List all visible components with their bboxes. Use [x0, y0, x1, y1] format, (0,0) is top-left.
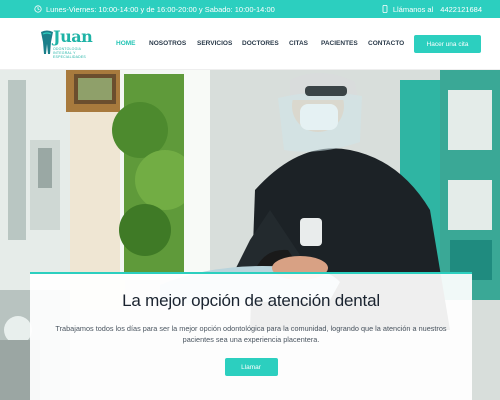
nav-doctores[interactable]: DOCTORES — [242, 40, 289, 47]
logo-wordmark: Juan — [53, 27, 93, 46]
nav-citas[interactable]: CITAS — [289, 40, 321, 47]
hero-title: La mejor opción de atención dental — [122, 291, 380, 310]
hours-text: Lunes-Viernes: 10:00-14:00 y de 16:00-20… — [46, 4, 275, 14]
nav-servicios[interactable]: SERVICIOS — [197, 40, 242, 47]
hero-description: Trabajamos todos los días para ser la me… — [55, 324, 447, 344]
nav-pacientes[interactable]: PACIENTES — [321, 40, 368, 47]
top-info-bar: Lunes-Viernes: 10:00-14:00 y de 16:00-20… — [0, 0, 500, 18]
nav-contacto[interactable]: CONTACTO — [368, 40, 408, 47]
tooth-logo-icon — [41, 30, 53, 54]
call-label: Llámanos al — [392, 4, 434, 14]
nav-home[interactable]: HOME — [116, 40, 149, 47]
hours-info: Lunes-Viernes: 10:00-14:00 y de 16:00-20… — [34, 5, 275, 14]
call-button[interactable]: Llamar — [224, 358, 278, 376]
clock-icon — [34, 5, 42, 13]
site-logo[interactable]: Juan ODONTOLOGIA INTEGRAL Y ESPECIALIDAD… — [40, 27, 94, 60]
phone-info[interactable]: Llámanos al 4422121684 — [381, 5, 482, 14]
hero-card: La mejor opción de atención dental Traba… — [30, 272, 472, 400]
nav-nosotros[interactable]: NOSOTROS — [149, 40, 197, 47]
site-header: Juan ODONTOLOGIA INTEGRAL Y ESPECIALIDAD… — [0, 18, 500, 70]
phone-number[interactable]: 4422121684 — [440, 5, 482, 14]
main-nav: HOME NOSOTROS SERVICIOS DOCTORES CITAS P… — [116, 40, 408, 47]
phone-icon — [382, 5, 388, 13]
logo-tagline: ODONTOLOGIA INTEGRAL Y ESPECIALIDADES — [53, 47, 86, 59]
make-appointment-button[interactable]: Hacer una cita — [414, 35, 481, 53]
